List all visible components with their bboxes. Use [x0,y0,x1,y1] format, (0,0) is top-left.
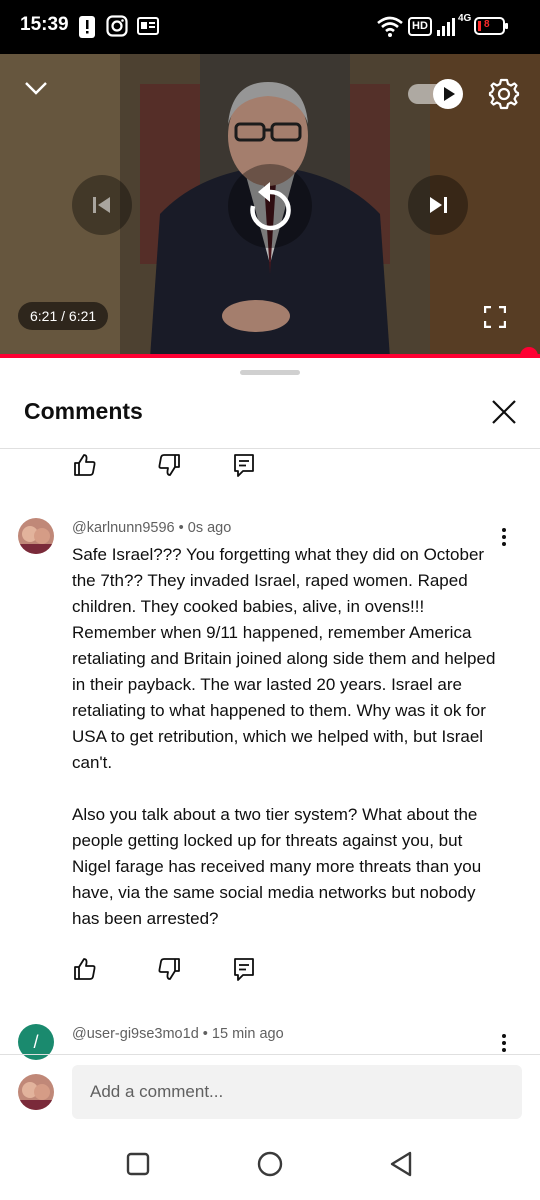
skip-previous-icon [93,197,110,213]
autoplay-toggle[interactable] [408,78,464,110]
meta-separator: • [202,1026,212,1042]
comment-meta: @karlnunn9596 • 0s ago [72,520,231,536]
replay-icon [250,182,291,231]
comment-time: 15 min ago [211,1026,284,1042]
comments-sheet: Comments @karlnunn9596 • 0s ago Safe Isr… [0,358,540,1200]
instagram-icon [106,15,128,37]
comment-more-icon[interactable] [496,1032,512,1054]
fullscreen-icon[interactable] [484,306,506,328]
header-divider [0,448,540,449]
comment-actions [72,452,272,480]
meta-separator: • [178,520,188,536]
system-nav-bar [0,1128,540,1200]
status-bar: 15:39 HD 4G 8 [0,0,540,54]
id-card-icon [137,17,159,35]
home-icon[interactable] [254,1148,286,1180]
like-icon[interactable] [72,956,98,982]
replay-button[interactable] [228,164,312,248]
composer-divider [0,1054,540,1055]
battery-icon [474,17,508,35]
comment-meta: @user-gi9se3mo1d • 15 min ago [72,1026,284,1042]
drag-handle[interactable] [240,370,300,375]
skip-next-icon [430,197,447,213]
comments-title: Comments [24,398,143,424]
next-button[interactable] [408,175,468,235]
dislike-icon[interactable] [156,452,182,478]
previous-button[interactable] [72,175,132,235]
hd-badge: HD [408,17,432,36]
add-comment-input[interactable] [72,1065,522,1119]
comment-text: Safe Israel??? You forgetting what they … [72,545,496,928]
dislike-icon[interactable] [156,956,182,982]
reply-icon[interactable] [232,956,258,982]
battery-level: 8 [484,19,490,30]
wifi-icon [377,16,403,37]
back-icon[interactable] [386,1148,418,1180]
alert-icon [79,16,95,38]
comment-author[interactable]: @karlnunn9596 [72,520,175,536]
network-type: 4G [458,13,472,24]
collapse-chevron-icon[interactable] [24,80,48,96]
comment-author[interactable]: @user-gi9se3mo1d [72,1026,199,1042]
like-icon[interactable] [72,452,98,478]
time-display: 6:21 / 6:21 [18,302,109,330]
video-player[interactable]: 6:21 / 6:21 [0,54,540,358]
play-icon [433,79,463,109]
comment-actions [72,956,272,984]
user-avatar [18,1074,54,1110]
close-icon[interactable] [488,396,520,428]
status-time: 15:39 [20,14,69,35]
avatar[interactable] [18,518,54,554]
settings-gear-icon[interactable] [488,78,520,110]
comment-time: 0s ago [187,520,232,536]
reply-icon[interactable] [232,452,258,478]
recent-apps-icon[interactable] [122,1148,154,1180]
